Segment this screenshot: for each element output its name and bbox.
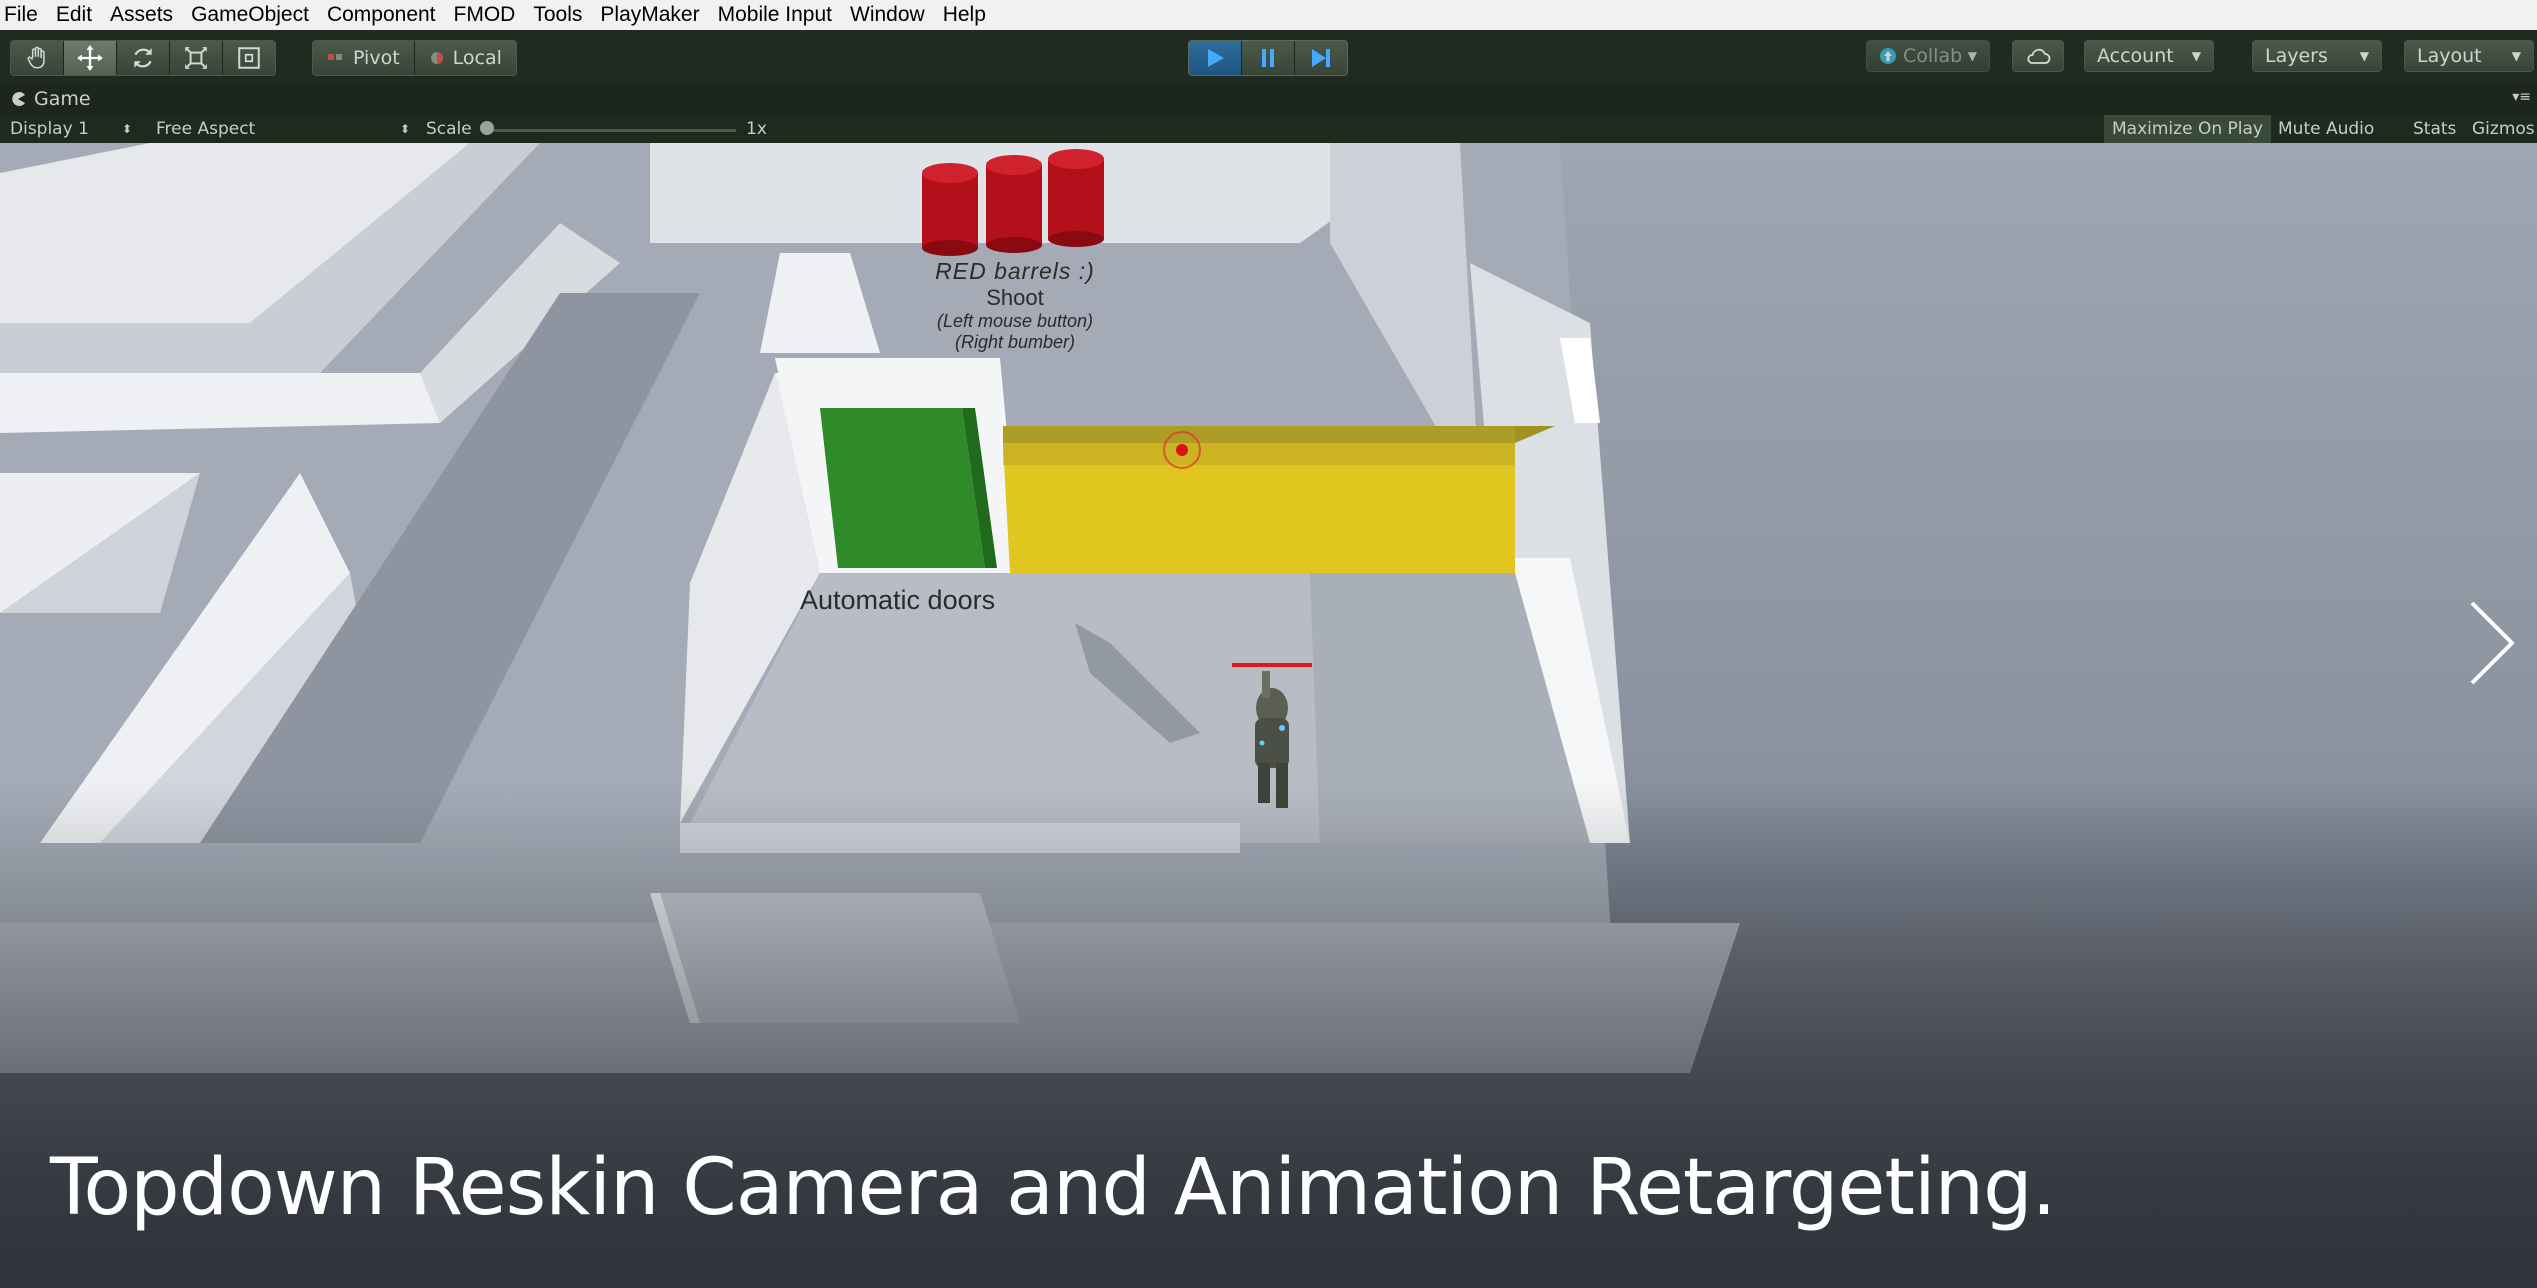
scale-slider-track[interactable] bbox=[486, 129, 736, 132]
pacman-icon bbox=[12, 92, 25, 106]
barrels-line-3: (Left mouse button) bbox=[936, 311, 1094, 331]
pause-icon bbox=[1262, 49, 1274, 67]
account-dropdown[interactable]: Account ▼ bbox=[2084, 40, 2214, 72]
barrels-line-2: Shoot bbox=[986, 285, 1044, 310]
step-button[interactable] bbox=[1295, 41, 1347, 75]
local-button[interactable]: Local bbox=[414, 41, 516, 75]
pivot-icon bbox=[328, 54, 342, 60]
aspect-label: Free Aspect bbox=[156, 119, 256, 139]
game-view-toolbar: Display 1 ⬍ Free Aspect ⬍ Scale 1x Maxim… bbox=[0, 115, 2537, 143]
pivot-label: Pivot bbox=[353, 47, 400, 69]
move-icon bbox=[77, 45, 103, 71]
game-viewport[interactable]: RED barrels :) Shoot (Left mouse button)… bbox=[0, 143, 2537, 1288]
display-label: Display 1 bbox=[10, 119, 89, 139]
rotate-icon bbox=[134, 48, 152, 68]
health-bar bbox=[1232, 663, 1312, 667]
move-tool-button[interactable] bbox=[64, 41, 117, 75]
chevron-down-icon: ▼ bbox=[2191, 49, 2201, 63]
chevron-right-icon[interactable] bbox=[2462, 598, 2522, 688]
menu-file[interactable]: File bbox=[0, 0, 52, 30]
pivot-button[interactable]: Pivot bbox=[313, 41, 415, 75]
barrels-instruction-label: RED barrels :) Shoot (Left mouse button)… bbox=[880, 258, 1150, 353]
menu-fmod[interactable]: FMOD bbox=[450, 0, 530, 30]
menu-edit[interactable]: Edit bbox=[52, 0, 106, 30]
rect-tool-button[interactable] bbox=[223, 41, 275, 75]
wall-block bbox=[0, 373, 440, 433]
menu-tools[interactable]: Tools bbox=[529, 0, 596, 30]
rotate-tool-button[interactable] bbox=[117, 41, 170, 75]
game-tab-label: Game bbox=[34, 88, 91, 110]
game-window-tab-bar: Game ▾≡ bbox=[0, 85, 2537, 115]
collab-icon bbox=[1880, 48, 1896, 64]
main-toolbar: Pivot Local Collab ▼ Account ▼ Layers ▼ … bbox=[0, 30, 2537, 85]
transform-tools bbox=[10, 40, 276, 76]
aspect-dropdown-arrow-icon: ⬍ bbox=[400, 122, 411, 136]
scale-label: Scale bbox=[426, 119, 472, 139]
local-icon bbox=[430, 52, 443, 64]
chevron-down-icon: ▼ bbox=[2511, 49, 2521, 63]
video-caption: Topdown Reskin Camera and Animation Reta… bbox=[50, 1143, 2056, 1233]
play-icon bbox=[1208, 49, 1224, 67]
hand-tool-button[interactable] bbox=[11, 41, 64, 75]
tab-menu-icon[interactable]: ▾≡ bbox=[2512, 89, 2531, 105]
mute-audio-toggle[interactable]: Mute Audio bbox=[2270, 115, 2382, 143]
account-label: Account bbox=[2097, 45, 2174, 67]
pivot-toggle-group: Pivot Local bbox=[312, 40, 517, 76]
display-dropdown-arrow-icon: ⬍ bbox=[122, 122, 133, 136]
cloud-button[interactable] bbox=[2012, 40, 2064, 72]
menu-bar: File Edit Assets GameObject Component FM… bbox=[0, 0, 2537, 30]
barrels-line-4: (Right bumber) bbox=[954, 332, 1076, 352]
hand-icon bbox=[27, 46, 45, 69]
playback-controls bbox=[1188, 40, 1348, 76]
scale-value: 1x bbox=[746, 119, 767, 139]
layout-dropdown[interactable]: Layout ▼ bbox=[2404, 40, 2534, 72]
scale-slider-handle[interactable] bbox=[480, 121, 494, 135]
game-tab[interactable]: Game bbox=[10, 88, 91, 110]
step-icon bbox=[1312, 49, 1330, 67]
layers-dropdown[interactable]: Layers ▼ bbox=[2252, 40, 2382, 72]
menu-gameobject[interactable]: GameObject bbox=[187, 0, 323, 30]
menu-mobile-input[interactable]: Mobile Input bbox=[714, 0, 846, 30]
chevron-down-icon: ▼ bbox=[1967, 49, 1977, 63]
automatic-doors-label: Automatic doors bbox=[800, 585, 996, 615]
aspect-dropdown[interactable]: Free Aspect bbox=[156, 119, 255, 139]
collab-dropdown[interactable]: Collab ▼ bbox=[1866, 40, 1990, 72]
stats-toggle[interactable]: Stats bbox=[2405, 115, 2464, 143]
pause-button[interactable] bbox=[1242, 41, 1295, 75]
display-dropdown[interactable]: Display 1 bbox=[10, 119, 89, 139]
game-scene bbox=[0, 143, 2537, 1288]
play-button[interactable] bbox=[1189, 41, 1242, 75]
barrels-line-1: RED barrels :) bbox=[935, 258, 1095, 284]
scale-tool-button[interactable] bbox=[170, 41, 223, 75]
menu-playmaker[interactable]: PlayMaker bbox=[596, 0, 713, 30]
menu-assets[interactable]: Assets bbox=[106, 0, 187, 30]
menu-window[interactable]: Window bbox=[846, 0, 939, 30]
cloud-icon bbox=[2027, 48, 2051, 64]
menu-help[interactable]: Help bbox=[939, 0, 1000, 30]
yellow-door-top-shade bbox=[1003, 426, 1515, 465]
scale-icon bbox=[185, 47, 207, 69]
collab-label: Collab bbox=[1903, 45, 1963, 67]
rect-icon bbox=[238, 47, 260, 69]
maximize-on-play-toggle[interactable]: Maximize On Play bbox=[2104, 115, 2271, 143]
green-door bbox=[820, 408, 985, 568]
layout-label: Layout bbox=[2417, 45, 2482, 67]
chevron-down-icon: ▼ bbox=[2359, 49, 2369, 63]
red-barrels bbox=[922, 149, 1104, 256]
local-label: Local bbox=[452, 47, 502, 69]
menu-component[interactable]: Component bbox=[323, 0, 450, 30]
layers-label: Layers bbox=[2265, 45, 2328, 67]
gizmos-dropdown[interactable]: Gizmos bbox=[2464, 115, 2537, 143]
